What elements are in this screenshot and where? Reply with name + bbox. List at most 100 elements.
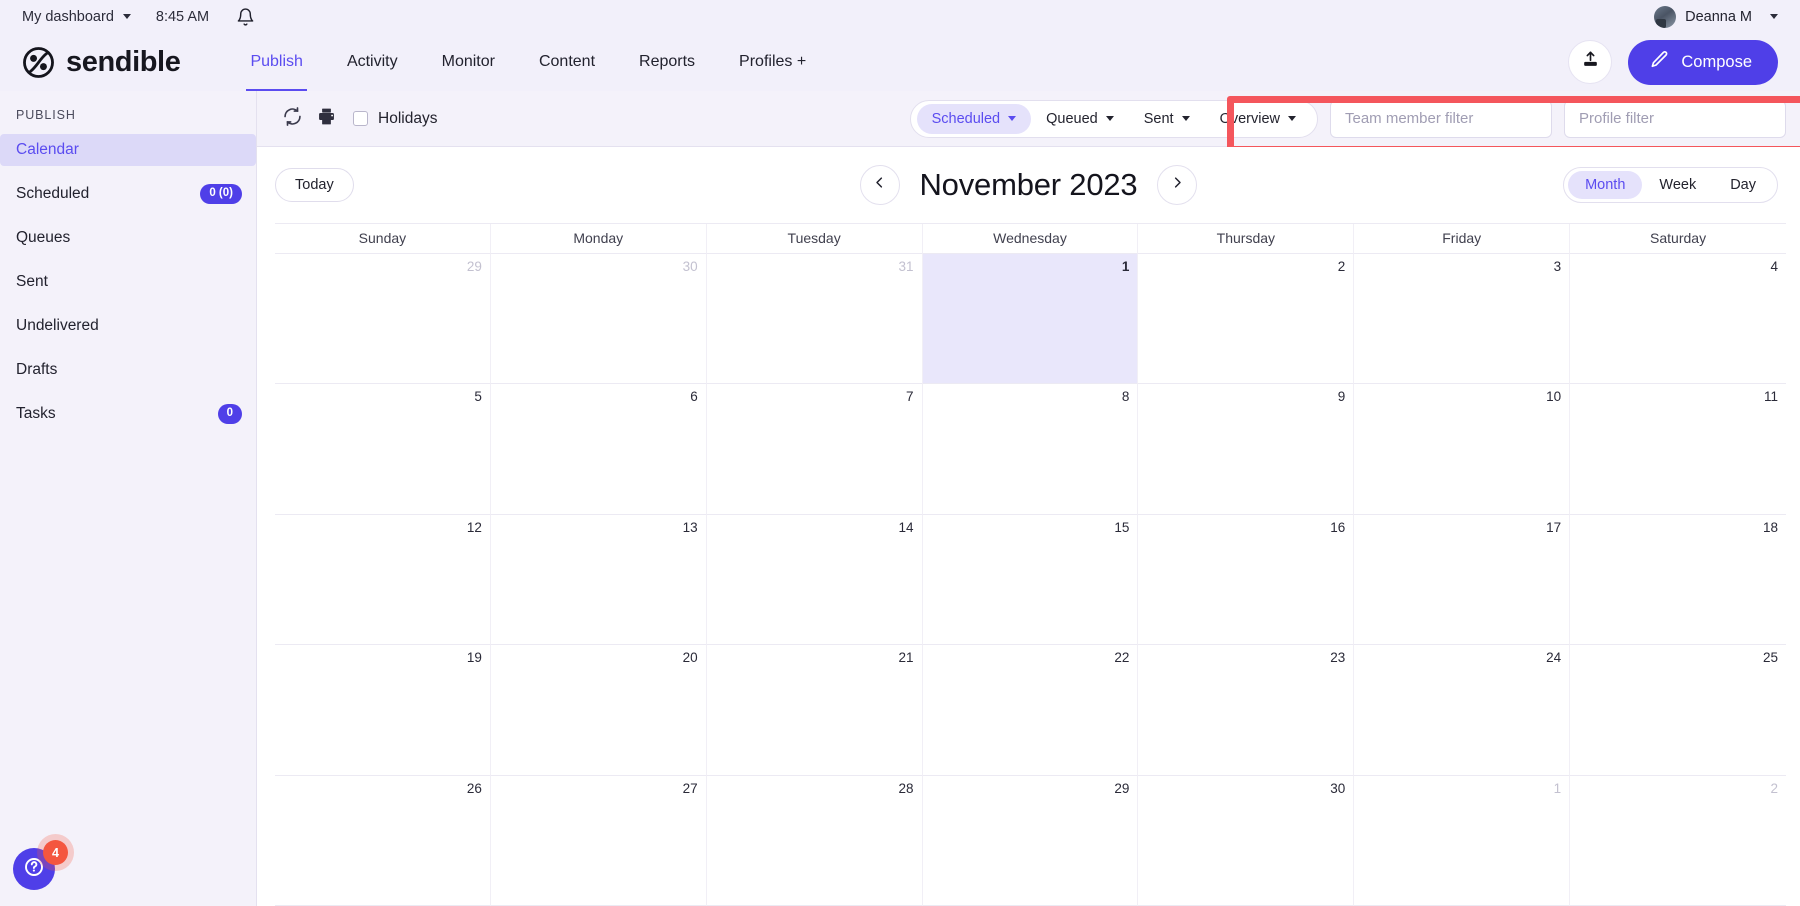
calendar-day-cell[interactable]: 30 xyxy=(490,254,707,385)
sidebar-item-undelivered[interactable]: Undelivered xyxy=(0,310,256,342)
calendar-day-cell[interactable]: 9 xyxy=(1138,384,1355,515)
calendar-day-cell[interactable]: 1 xyxy=(1354,775,1571,906)
calendar-day-cell[interactable]: 15 xyxy=(922,514,1139,646)
filter-button-group: Scheduled Queued Sent Overview xyxy=(909,99,1318,138)
day-number: 8 xyxy=(1121,389,1130,405)
compose-button[interactable]: Compose xyxy=(1628,39,1778,85)
refresh-icon xyxy=(282,106,303,132)
filter-label: Sent xyxy=(1143,110,1174,127)
calendar-day-cell[interactable]: 28 xyxy=(706,775,923,906)
calendar-day-cell[interactable]: 2 xyxy=(1138,254,1355,385)
day-of-week-header: Sunday Monday Tuesday Wednesday Thursday… xyxy=(275,223,1786,254)
calendar-day-cell[interactable]: 14 xyxy=(706,514,923,646)
day-header-saturday: Saturday xyxy=(1570,224,1786,254)
calendar-day-cell[interactable]: 1 xyxy=(922,254,1139,385)
day-number: 4 xyxy=(1770,259,1778,274)
bell-icon[interactable] xyxy=(236,7,255,27)
calendar-day-cell[interactable]: 13 xyxy=(490,514,707,646)
filter-overview-button[interactable]: Overview xyxy=(1205,104,1311,134)
day-number: 24 xyxy=(1546,650,1562,666)
day-number: 31 xyxy=(898,259,914,274)
calendar-day-cell[interactable]: 4 xyxy=(1570,254,1786,385)
calendar-day-cell[interactable]: 10 xyxy=(1354,384,1571,515)
sidebar-item-scheduled[interactable]: Scheduled 0 (0) xyxy=(0,178,256,210)
nav-item-monitor[interactable]: Monitor xyxy=(420,33,517,91)
refresh-button[interactable] xyxy=(275,102,309,136)
calendar-day-cell[interactable]: 5 xyxy=(275,384,491,515)
calendar-weeks: 29 30 31 1 2 3 4 5 6 7 8 9 10 11 12 13 14 15 16 17 18 19 20 21 2… xyxy=(275,254,1786,906)
calendar-day-cell[interactable]: 16 xyxy=(1138,514,1355,646)
sidebar-item-queues[interactable]: Queues xyxy=(0,222,256,254)
calendar-day-cell[interactable]: 30 xyxy=(1138,775,1355,906)
day-header-sunday: Sunday xyxy=(275,224,491,254)
today-button[interactable]: Today xyxy=(275,168,354,202)
status-badge: 0 (0) xyxy=(200,184,242,204)
day-number: 11 xyxy=(1763,389,1778,405)
sidebar-item-label: Tasks xyxy=(16,405,56,422)
view-week-button[interactable]: Week xyxy=(1642,171,1713,199)
calendar-day-cell[interactable]: 29 xyxy=(275,254,491,385)
calendar-day-cell[interactable]: 21 xyxy=(706,645,923,776)
nav-item-content[interactable]: Content xyxy=(517,33,617,91)
sendible-logo-icon xyxy=(22,46,55,79)
upload-button[interactable] xyxy=(1568,40,1613,84)
sidebar-item-label: Queues xyxy=(16,229,71,246)
calendar-day-cell[interactable]: 26 xyxy=(275,775,491,906)
filter-sent-button[interactable]: Sent xyxy=(1129,104,1205,134)
nav-item-publish[interactable]: Publish xyxy=(228,33,324,91)
calendar-day-cell[interactable]: 20 xyxy=(490,645,707,776)
filter-scheduled-button[interactable]: Scheduled xyxy=(916,103,1032,134)
sidebar-item-calendar[interactable]: Calendar xyxy=(0,134,256,166)
calendar-day-cell[interactable]: 19 xyxy=(275,645,491,776)
print-button[interactable] xyxy=(309,102,343,136)
view-month-button[interactable]: Month xyxy=(1568,171,1643,199)
next-month-button[interactable] xyxy=(1157,165,1198,205)
holidays-checkbox[interactable]: Holidays xyxy=(353,110,437,128)
nav-item-profiles[interactable]: Profiles + xyxy=(717,33,828,91)
chevron-down-icon xyxy=(1105,116,1114,121)
day-number: 30 xyxy=(682,259,698,274)
nav-item-reports[interactable]: Reports xyxy=(617,33,717,91)
previous-month-button[interactable] xyxy=(859,165,900,205)
day-number: 1 xyxy=(1553,780,1562,796)
compose-label: Compose xyxy=(1681,52,1752,71)
chevron-left-icon xyxy=(872,175,887,195)
filter-queued-button[interactable]: Queued xyxy=(1031,104,1129,134)
sidebar-item-drafts[interactable]: Drafts xyxy=(0,354,256,386)
brand-logo[interactable]: sendible xyxy=(22,46,181,79)
dashboard-selector[interactable]: My dashboard xyxy=(22,9,131,25)
calendar-day-cell[interactable]: 27 xyxy=(490,775,707,906)
calendar-week-row: 26 27 28 29 30 1 2 xyxy=(275,775,1786,906)
calendar-day-cell[interactable]: 25 xyxy=(1570,645,1786,776)
calendar-day-cell[interactable]: 31 xyxy=(706,254,923,385)
calendar-day-cell[interactable]: 29 xyxy=(922,775,1139,906)
current-time: 8:45 AM xyxy=(155,8,210,25)
user-menu[interactable]: Deanna M xyxy=(1654,5,1778,28)
sidebar-item-sent[interactable]: Sent xyxy=(0,266,256,298)
calendar-day-cell[interactable]: 2 xyxy=(1570,776,1786,906)
calendar-day-cell[interactable]: 18 xyxy=(1570,515,1786,646)
calendar-day-cell[interactable]: 17 xyxy=(1354,514,1571,646)
calendar-week-row: 19 20 21 22 23 24 25 xyxy=(275,645,1786,776)
calendar-day-cell[interactable]: 8 xyxy=(922,384,1139,515)
day-number: 19 xyxy=(466,650,482,666)
sidebar-item-label: Drafts xyxy=(16,361,58,378)
view-day-button[interactable]: Day xyxy=(1713,171,1773,199)
calendar-day-cell[interactable]: 24 xyxy=(1354,645,1571,776)
calendar-day-cell[interactable]: 11 xyxy=(1570,384,1786,515)
calendar-day-cell[interactable]: 3 xyxy=(1354,254,1571,385)
calendar-day-cell[interactable]: 22 xyxy=(922,645,1139,776)
day-number: 2 xyxy=(1337,259,1346,274)
profile-filter-input[interactable] xyxy=(1564,99,1786,138)
chevron-down-icon xyxy=(1288,116,1296,121)
calendar-day-cell[interactable]: 7 xyxy=(706,384,923,515)
calendar-day-cell[interactable]: 12 xyxy=(275,514,491,646)
day-number: 2 xyxy=(1770,780,1778,796)
calendar-day-cell[interactable]: 6 xyxy=(490,384,707,515)
team-member-filter-input[interactable] xyxy=(1330,99,1552,138)
nav-item-activity[interactable]: Activity xyxy=(325,33,420,91)
sidebar-item-tasks[interactable]: Tasks 0 xyxy=(0,398,256,430)
calendar-day-cell[interactable]: 23 xyxy=(1138,645,1355,776)
day-number: 13 xyxy=(682,519,698,535)
